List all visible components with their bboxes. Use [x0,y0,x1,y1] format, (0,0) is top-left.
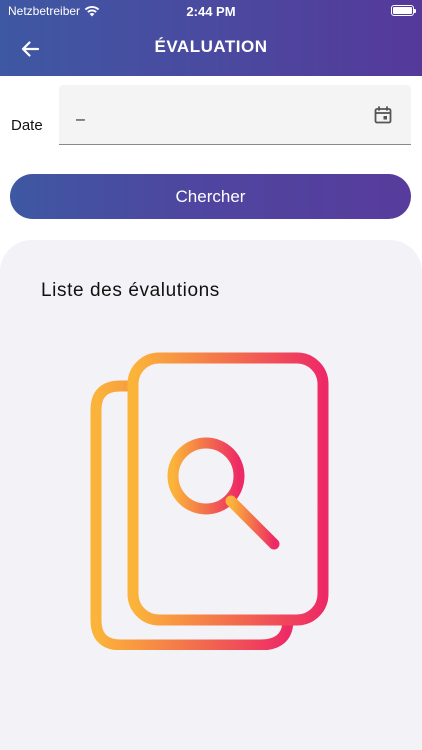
status-time: 2:44 PM [186,4,236,19]
calendar-icon[interactable] [373,105,393,125]
battery-icon [391,5,416,16]
page-title: ÉVALUATION [154,37,268,56]
date-field[interactable]: – [59,85,411,145]
date-label: Date [11,117,43,134]
status-bar: Netzbetreiber 2:44 PM [0,0,422,22]
date-filter-row: Date – [0,85,422,145]
app-screen: Netzbetreiber 2:44 PM ÉVALUATION Date – … [0,0,422,750]
list-title: Liste des évalutions [41,280,220,301]
date-value: – [76,111,85,128]
nav-bar: ÉVALUATION [0,22,422,76]
evaluation-list-card: Liste des évalutions [0,240,422,750]
header: Netzbetreiber 2:44 PM ÉVALUATION [0,0,422,76]
search-button[interactable]: Chercher [10,174,411,219]
document-search-icon [90,352,329,650]
